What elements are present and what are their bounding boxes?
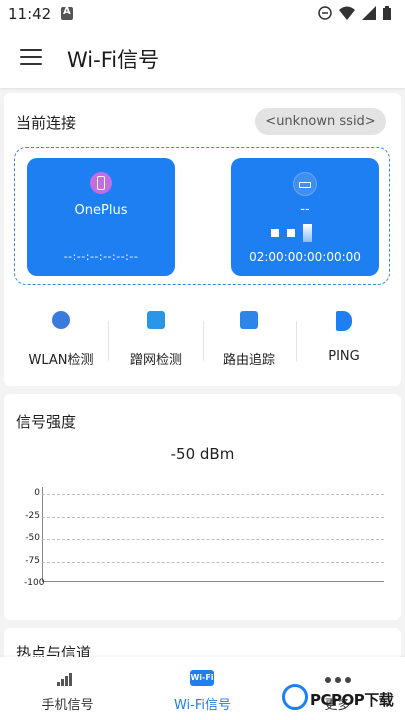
nav-wifi-signal[interactable]: Wi-Fi Wi-Fi信号 (135, 657, 270, 720)
status-time: 11:42 (8, 5, 52, 23)
gridline (42, 517, 384, 518)
hamburger-menu-icon[interactable] (20, 49, 42, 67)
connection-title: 当前连接 (16, 114, 77, 132)
more-dots-icon (325, 677, 351, 683)
ping-icon (336, 311, 352, 331)
cell-signal-icon (57, 672, 77, 686)
y-tick-label: -50 (25, 533, 40, 543)
gridline (42, 562, 384, 563)
phone-mac: --:--:--:--:--:-- (63, 250, 139, 263)
route-trace-icon (240, 311, 258, 329)
wifi-badge-icon: Wi-Fi (190, 670, 214, 686)
phone-device-card[interactable]: OnePlus --:--:--:--:--:-- (27, 158, 175, 276)
tool-label: 蹭网检测 (129, 353, 182, 368)
notification-a-icon (61, 6, 73, 20)
tools-row: WLAN检测 蹭网检测 路由追踪 PING (4, 311, 401, 368)
do-not-disturb-icon (318, 6, 332, 20)
connection-diagram: OnePlus --:--:--:--:--:-- -- 02:00:00:00… (14, 147, 390, 285)
wifi-icon (339, 6, 355, 20)
chart-x-axis (42, 581, 384, 582)
tool-label: PING (328, 349, 360, 364)
tool-route-trace[interactable]: 路由追踪 (204, 311, 294, 368)
y-tick-label: -25 (25, 511, 40, 521)
router-mac: 02:00:00:00:00:00 (249, 250, 361, 264)
app-bar: Wi-Fi信号 (0, 30, 405, 88)
connection-card: 当前连接 <unknown ssid> OnePlus --:--:--:--:… (4, 93, 401, 386)
status-icons (318, 6, 391, 20)
phone-icon (90, 172, 112, 194)
chart-y-axis (42, 487, 43, 582)
battery-icon (383, 6, 391, 20)
signal-card: 信号强度 -50 dBm 0 -25 -50 -75 -100 (4, 394, 401, 620)
router-icon (293, 172, 317, 196)
nav-label: Wi-Fi信号 (173, 698, 231, 713)
watermark-icon (282, 684, 308, 710)
watermark-logo: PCPOP下载 (282, 684, 402, 714)
nav-cell-signal[interactable]: 手机信号 (0, 657, 135, 720)
router-name: -- (300, 202, 310, 217)
signal-icon (362, 6, 376, 20)
ssid-badge[interactable]: <unknown ssid> (255, 108, 386, 135)
tool-freeloader-check[interactable]: 蹭网检测 (111, 311, 201, 368)
y-tick-label: 0 (34, 488, 40, 498)
y-tick-label: -75 (25, 556, 40, 566)
tool-label: WLAN检测 (28, 353, 94, 368)
tool-ping[interactable]: PING (299, 311, 389, 364)
gridline (42, 539, 384, 540)
router-device-card[interactable]: -- 02:00:00:00:00:00 (231, 158, 379, 276)
wlan-check-icon (52, 311, 70, 329)
freeloader-check-icon (147, 311, 165, 329)
gridline (42, 494, 384, 495)
phone-name: OnePlus (74, 203, 128, 218)
status-bar: 11:42 (0, 0, 405, 30)
page-title: Wi-Fi信号 (67, 48, 160, 72)
signal-value: -50 dBm (170, 445, 235, 463)
y-tick-label: -100 (24, 578, 45, 588)
tool-label: 路由追踪 (222, 353, 275, 368)
nav-label: 手机信号 (41, 698, 94, 713)
signal-chart: 0 -25 -50 -75 -100 (4, 479, 401, 604)
router-signal-indicator (271, 224, 312, 242)
watermark-text: PCPOP下载 (310, 691, 394, 709)
tool-wlan-check[interactable]: WLAN检测 (16, 311, 106, 368)
signal-title: 信号强度 (16, 413, 77, 431)
